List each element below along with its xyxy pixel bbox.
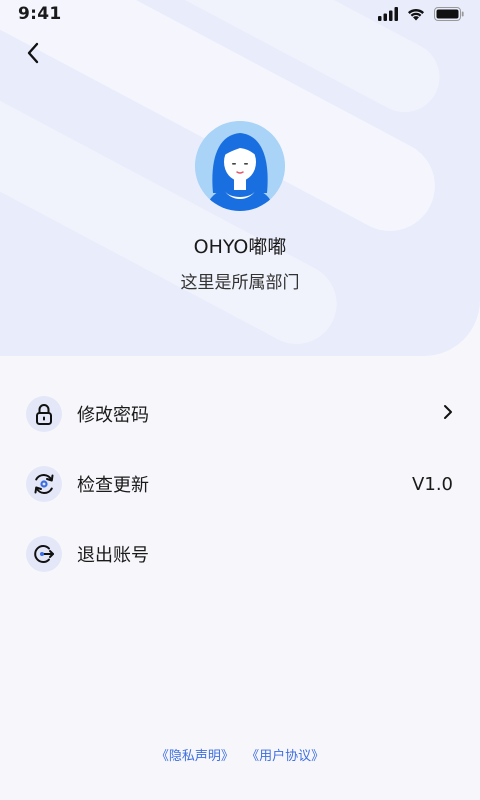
- menu-item-change-password[interactable]: 修改密码: [0, 386, 480, 442]
- back-button[interactable]: [18, 38, 48, 68]
- chevron-right-container: [443, 404, 453, 425]
- chevron-left-icon: [27, 42, 39, 64]
- signal-icon: [378, 7, 398, 21]
- chevron-right-icon: [444, 404, 452, 419]
- version-label: V1.0: [412, 473, 453, 495]
- username: OHYO嘟嘟: [193, 236, 287, 258]
- department-label: 这里是所属部门: [180, 273, 300, 293]
- wifi-icon: [408, 8, 424, 21]
- menu-label-check-update: 检查更新: [77, 475, 149, 496]
- menu-label-change-password: 修改密码: [77, 405, 149, 426]
- user-agreement-link[interactable]: 《用户协议》: [246, 749, 324, 764]
- status-time: 9:41: [18, 4, 62, 24]
- menu-item-logout[interactable]: 退出账号: [0, 526, 480, 582]
- status-icons: [378, 7, 464, 21]
- avatar[interactable]: [195, 121, 285, 211]
- menu-label-logout: 退出账号: [77, 545, 149, 566]
- refresh-gear-icon: [26, 466, 62, 502]
- menu-icon-container: [24, 394, 64, 434]
- menu-item-check-update[interactable]: 检查更新 V1.0: [0, 456, 480, 512]
- footer-links: 《隐私声明》 《用户协议》: [0, 745, 480, 764]
- menu-icon-container: [24, 464, 64, 504]
- status-bar: 9:41: [0, 0, 480, 30]
- menu-icon-container: [24, 534, 64, 574]
- logout-icon: [26, 536, 62, 572]
- lock-icon: [26, 396, 62, 432]
- battery-icon: [434, 7, 464, 21]
- user-avatar-icon: [195, 121, 285, 211]
- privacy-policy-link[interactable]: 《隐私声明》: [156, 749, 234, 764]
